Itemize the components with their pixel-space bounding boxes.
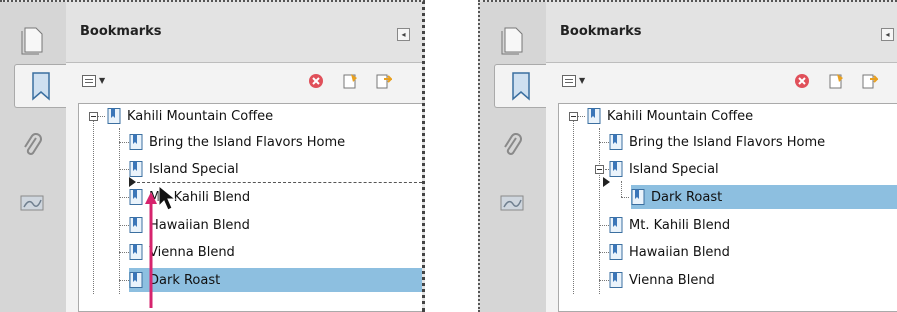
- bookmark-label: Dark Roast: [149, 272, 221, 288]
- bookmark-icon[interactable]: [14, 64, 66, 108]
- options-menu-icon[interactable]: [562, 75, 576, 87]
- bookmark-icon: [609, 217, 623, 233]
- bookmark-label: Island Special: [149, 161, 239, 177]
- bookmark-icon: [609, 161, 623, 177]
- bookmark-label: Kahili Mountain Coffee: [607, 108, 754, 124]
- panel-title: Bookmarks: [80, 24, 162, 39]
- panel-header: Bookmarks ◂: [546, 2, 897, 62]
- bookmark-toolbar: ▼: [66, 63, 422, 99]
- bookmark-icon: [129, 272, 143, 288]
- tree-item[interactable]: Kahili Mountain Coffee: [587, 104, 753, 128]
- tree-item[interactable]: Island Special: [609, 157, 719, 181]
- bookmark-label: Mt. Kahili Blend: [629, 217, 731, 233]
- bookmark-label: Kahili Mountain Coffee: [127, 108, 274, 124]
- collapse-toggle[interactable]: [569, 112, 578, 121]
- bookmark-icon: [609, 244, 623, 260]
- new-bookmark-from-structure-icon[interactable]: [376, 73, 392, 89]
- bookmark-toolbar: ▼: [546, 63, 897, 99]
- panel-body: ▼ Kahili Mountain Coffee Bring the Islan…: [66, 62, 422, 312]
- drop-indicator-arrow-icon: [603, 177, 610, 187]
- collapse-toggle[interactable]: [595, 165, 604, 174]
- bookmark-label: Bring the Island Flavors Home: [149, 134, 346, 150]
- bookmark-icon[interactable]: [494, 64, 546, 108]
- new-bookmark-icon[interactable]: [342, 73, 358, 89]
- tree-item[interactable]: Mt. Kahili Blend: [609, 213, 730, 237]
- bookmark-tree: Kahili Mountain Coffee Bring the Island …: [558, 103, 897, 312]
- chevron-down-icon[interactable]: ▼: [579, 76, 585, 85]
- signature-icon[interactable]: [490, 180, 534, 224]
- panel-body: ▼ Kahili Mountain Coffee Bring the Islan…: [546, 62, 897, 312]
- bookmark-icon: [129, 244, 143, 260]
- navigation-rail: [480, 2, 547, 312]
- tree-item[interactable]: Bring the Island Flavors Home: [609, 130, 825, 154]
- bookmark-label: Island Special: [629, 161, 719, 177]
- pages-icon[interactable]: [490, 18, 534, 62]
- bookmark-icon: [631, 189, 645, 205]
- bookmark-icon: [129, 161, 143, 177]
- collapse-panel-button[interactable]: ◂: [397, 28, 410, 41]
- bookmark-label: Hawaiian Blend: [629, 244, 730, 260]
- panel-header: Bookmarks ◂: [66, 2, 422, 62]
- tree-item[interactable]: Kahili Mountain Coffee: [107, 104, 273, 128]
- bookmarks-panel-after: Bookmarks ◂ ▼ Kahili Mountain Coffee Bri…: [478, 0, 897, 312]
- bookmark-icon: [609, 272, 623, 288]
- bookmark-label: Hawaiian Blend: [149, 217, 250, 233]
- tree-item-selected[interactable]: Dark Roast: [129, 268, 422, 292]
- drag-direction-arrow-icon: [145, 192, 157, 308]
- tree-item[interactable]: Bring the Island Flavors Home: [129, 130, 345, 154]
- tree-item-selected[interactable]: Dark Roast: [631, 185, 897, 209]
- options-menu-icon[interactable]: [82, 75, 96, 87]
- bookmark-icon: [609, 134, 623, 150]
- bookmark-label: Vienna Blend: [149, 244, 235, 260]
- paperclip-icon[interactable]: [490, 124, 534, 168]
- bookmark-label: Bring the Island Flavors Home: [629, 134, 826, 150]
- bookmark-label: Vienna Blend: [629, 272, 715, 288]
- chevron-down-icon[interactable]: ▼: [99, 76, 105, 85]
- navigation-rail: [0, 2, 67, 312]
- tree-item[interactable]: Vienna Blend: [609, 268, 715, 292]
- new-bookmark-from-structure-icon[interactable]: [862, 73, 878, 89]
- bookmark-label: Dark Roast: [651, 189, 723, 205]
- signature-icon[interactable]: [10, 180, 54, 224]
- bookmark-icon: [129, 189, 143, 205]
- cursor-arrow-icon: [158, 184, 177, 211]
- paperclip-icon[interactable]: [10, 124, 54, 168]
- bookmark-tree: Kahili Mountain Coffee Bring the Island …: [78, 103, 422, 312]
- bookmark-icon: [587, 108, 601, 124]
- bookmarks-panel-before: Bookmarks ◂ ▼ Kahili Mountain Coffee Bri…: [0, 0, 425, 312]
- drop-indicator-line: [137, 182, 422, 183]
- pages-icon[interactable]: [10, 18, 54, 62]
- delete-bookmark-icon[interactable]: [794, 73, 810, 89]
- new-bookmark-icon[interactable]: [828, 73, 844, 89]
- bookmark-icon: [107, 108, 121, 124]
- collapse-panel-button[interactable]: ◂: [881, 28, 894, 41]
- tree-item[interactable]: Island Special: [129, 157, 239, 181]
- drop-indicator-arrow-icon: [129, 177, 136, 187]
- delete-bookmark-icon[interactable]: [308, 73, 324, 89]
- bookmark-icon: [129, 134, 143, 150]
- bookmark-icon: [129, 217, 143, 233]
- tree-item[interactable]: Hawaiian Blend: [609, 240, 730, 264]
- collapse-toggle[interactable]: [89, 112, 98, 121]
- panel-title: Bookmarks: [560, 24, 642, 39]
